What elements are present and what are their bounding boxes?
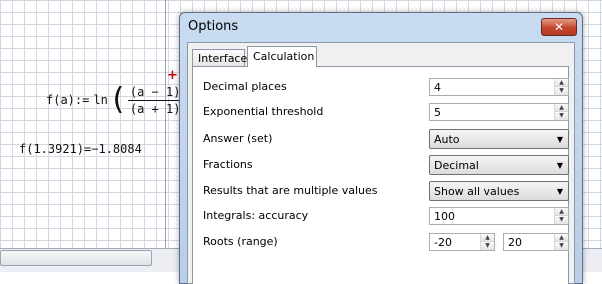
- page-boundary-line: [165, 0, 166, 248]
- tab-interface[interactable]: Interface: [192, 49, 247, 66]
- fractions-label: Fractions: [203, 158, 253, 171]
- spin-down-icon[interactable]: ▼: [555, 242, 568, 250]
- fractions-select[interactable]: Decimal ▼: [429, 155, 569, 175]
- spin-down-icon[interactable]: ▼: [555, 216, 568, 224]
- multiple-values-select[interactable]: Show all values ▼: [429, 181, 569, 201]
- spin-up-icon[interactable]: ▲: [555, 234, 568, 242]
- fractions-value: Decimal: [434, 159, 479, 172]
- multiple-values-value: Show all values: [434, 185, 520, 198]
- dialog-title: Options: [188, 19, 239, 34]
- close-button[interactable]: ✕: [541, 18, 577, 36]
- roots-min-value: -20: [434, 236, 452, 249]
- decimal-places-label: Decimal places: [203, 80, 287, 93]
- integrals-accuracy-label: Integrals: accuracy: [203, 209, 309, 222]
- exp-threshold-label: Exponential threshold: [203, 105, 324, 118]
- dialog-body: Interface Calculation Decimal places 4 ▲…: [187, 42, 575, 284]
- insertion-cursor-icon: +: [167, 68, 178, 83]
- integrals-accuracy-value: 100: [434, 210, 455, 223]
- roots-max-spinner[interactable]: 20 ▲ ▼: [503, 233, 569, 251]
- spin-down-icon[interactable]: ▼: [555, 87, 568, 95]
- decimal-places-value: 4: [434, 81, 441, 94]
- options-dialog: Options ✕ Interface Calculation Decimal …: [179, 12, 583, 284]
- answer-set-select[interactable]: Auto ▼: [429, 129, 569, 149]
- spin-down-icon[interactable]: ▼: [481, 242, 494, 250]
- decimal-places-spinner[interactable]: 4 ▲ ▼: [429, 78, 569, 96]
- chevron-down-icon: ▼: [556, 135, 563, 144]
- answer-set-label: Answer (set): [203, 132, 273, 145]
- exp-threshold-value: 5: [434, 106, 441, 119]
- multiple-values-label: Results that are multiple values: [203, 184, 378, 197]
- formula-denominator: (a + 1): [129, 101, 181, 116]
- scrollbar-thumb[interactable]: [0, 250, 152, 266]
- calculation-panel: Decimal places 4 ▲ ▼ Exponential thresho…: [192, 66, 569, 284]
- spin-up-icon[interactable]: ▲: [555, 104, 568, 112]
- exp-threshold-spinner[interactable]: 5 ▲ ▼: [429, 103, 569, 121]
- spin-down-icon[interactable]: ▼: [555, 112, 568, 120]
- spin-up-icon[interactable]: ▲: [555, 208, 568, 216]
- spin-up-icon[interactable]: ▲: [555, 79, 568, 87]
- left-paren: (: [108, 82, 127, 117]
- answer-set-value: Auto: [434, 133, 460, 146]
- roots-min-spinner[interactable]: -20 ▲ ▼: [429, 233, 495, 251]
- tab-calculation[interactable]: Calculation: [247, 46, 317, 67]
- roots-max-value: 20: [508, 236, 522, 249]
- roots-range-label: Roots (range): [203, 235, 278, 248]
- formula-numerator: (a − 1): [127, 84, 183, 101]
- integrals-accuracy-spinner[interactable]: 100 ▲ ▼: [429, 207, 569, 225]
- close-icon: ✕: [553, 20, 565, 34]
- formula-ln: ln: [93, 93, 108, 107]
- chevron-down-icon: ▼: [556, 161, 563, 170]
- formula-fraction: (a − 1) (a + 1): [127, 84, 183, 116]
- chevron-down-icon: ▼: [556, 187, 563, 196]
- formula-lhs: f(a):=: [46, 93, 90, 107]
- spin-up-icon[interactable]: ▲: [481, 234, 494, 242]
- evaluation-result[interactable]: f(1.3921)=−1.8084: [19, 142, 142, 156]
